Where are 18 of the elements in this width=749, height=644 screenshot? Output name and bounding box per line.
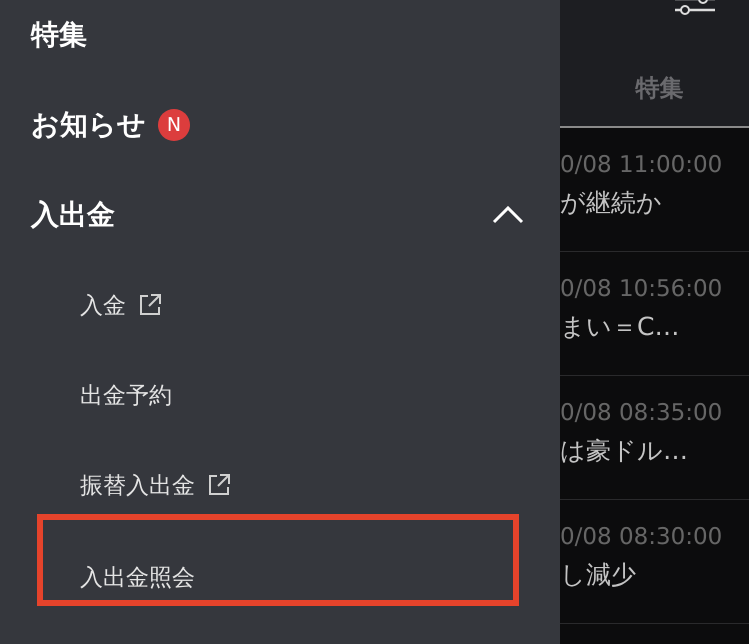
new-badge: N: [158, 109, 190, 141]
submenu-item[interactable]: 出金予約: [80, 380, 172, 410]
news-title[interactable]: は豪ドル…: [560, 434, 749, 467]
menu-item[interactable]: 入出金: [31, 196, 115, 234]
news-time: 0/08 11:00:00: [560, 152, 724, 178]
submenu-item[interactable]: 入出金照会: [80, 562, 195, 592]
chevron-icon[interactable]: [492, 206, 524, 224]
news-time: 0/08 08:30:00: [560, 524, 724, 550]
menu-item[interactable]: 特集: [31, 16, 87, 54]
submenu-item[interactable]: 振替入出金: [80, 470, 195, 500]
news-title[interactable]: まい＝C…: [560, 310, 749, 343]
news-time: 0/08 10:56:00: [560, 276, 724, 302]
news-title[interactable]: し減少: [560, 558, 749, 591]
submenu-item[interactable]: 入金: [80, 290, 126, 320]
menu-item[interactable]: お知らせ: [31, 106, 146, 144]
filter-icon[interactable]: [673, 0, 717, 16]
news-time: 0/08 08:35:00: [560, 400, 724, 426]
news-title[interactable]: が継続か: [560, 186, 749, 219]
